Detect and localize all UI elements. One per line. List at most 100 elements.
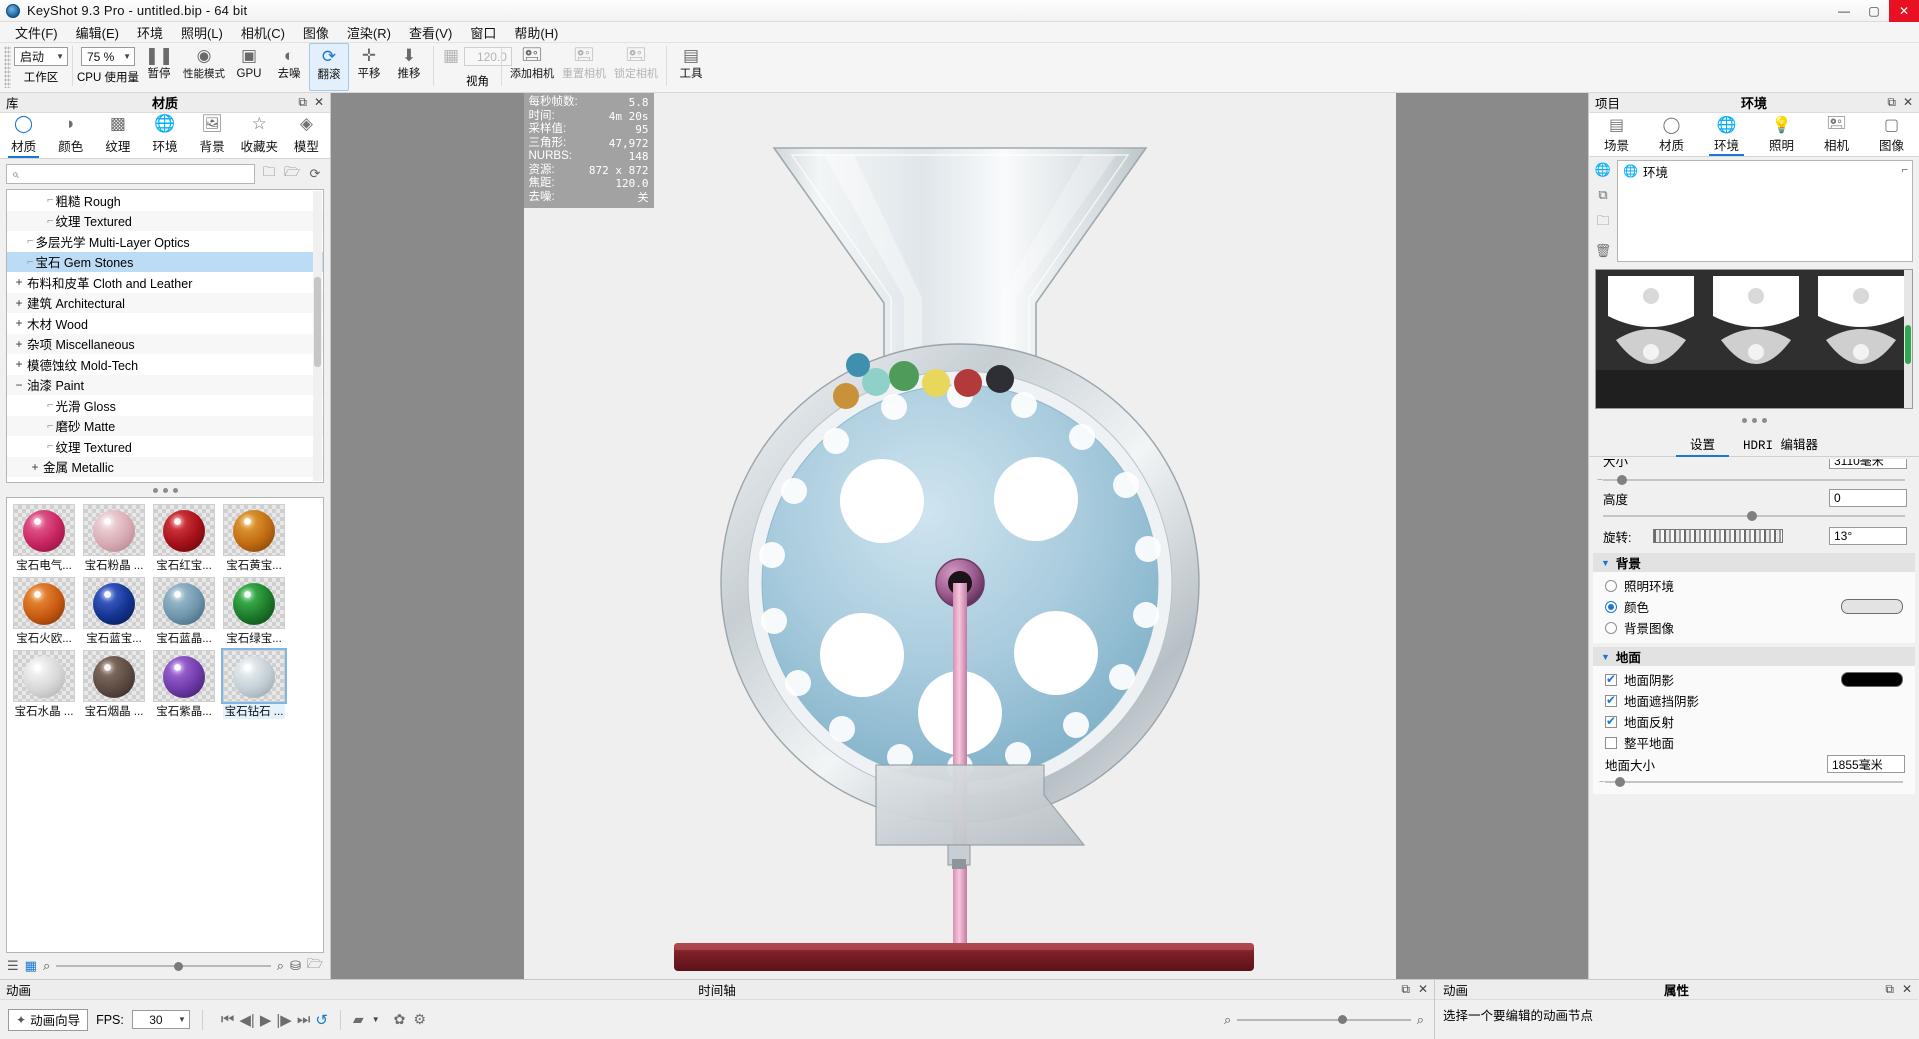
tree-scrollbar[interactable] xyxy=(313,191,322,481)
save-environment-icon[interactable]: 🗀 xyxy=(1596,212,1609,234)
step-forward-button[interactable]: |▶ xyxy=(276,1011,291,1029)
background-color-swatch[interactable] xyxy=(1841,599,1903,614)
add-environment-icon[interactable]: 🌐 xyxy=(1595,162,1611,178)
height-slider[interactable] xyxy=(1591,509,1917,523)
project-tab-image[interactable]: ▢ 图像 xyxy=(1864,113,1919,156)
folder-icon[interactable]: 🗁 xyxy=(283,164,301,183)
tree-item[interactable]: ⌐ 粗糙 Rough xyxy=(7,190,323,211)
tree-item[interactable]: ⌐ 纹理 Textured xyxy=(7,436,323,457)
reset-camera-button[interactable]: 🖭 重置相机 xyxy=(558,43,610,91)
tab-hdri-editor[interactable]: HDRI 编辑器 xyxy=(1729,434,1832,456)
ground-reflection-row[interactable]: 地面反射 xyxy=(1593,711,1915,732)
library-tab-colors[interactable]: ◗ 颜色 xyxy=(47,112,94,158)
expand-icon[interactable]: + xyxy=(11,316,27,330)
play-button[interactable]: ▶ xyxy=(260,1011,272,1029)
minimize-button[interactable]: — xyxy=(1829,0,1859,22)
expand-icon[interactable]: + xyxy=(27,460,43,474)
tree-item[interactable]: + 木材 Wood xyxy=(7,313,323,334)
menu-item-image[interactable]: 图像 xyxy=(294,21,338,44)
denoise-button[interactable]: ◐ 去噪 xyxy=(269,43,309,91)
pan-tool-button[interactable]: ✛ 平移 xyxy=(349,43,389,91)
ground-section-header[interactable]: ▼ 地面 xyxy=(1593,647,1915,666)
tree-item[interactable]: + 模德蚀纹 Mold-Tech xyxy=(7,354,323,375)
material-category-tree[interactable]: ⌐ 粗糙 Rough ⌐ 纹理 Textured ⌐ 多层光学 Multi-Layer… xyxy=(6,189,324,483)
collapse-icon[interactable]: − xyxy=(11,378,27,392)
material-swatch[interactable]: 宝石蓝宝... xyxy=(83,577,145,646)
fov-value-field[interactable]: 120.0 xyxy=(463,47,512,66)
toolbar-grip[interactable] xyxy=(4,46,11,88)
tree-item-gem-stones[interactable]: ⌐ 宝石 Gem Stones xyxy=(7,251,323,272)
tools-button[interactable]: ▤ 工具 xyxy=(671,43,711,91)
panel-splitter-handle[interactable] xyxy=(0,483,330,497)
animation-wizard-button[interactable]: ✦ 动画向导 xyxy=(8,1008,89,1031)
panel-close-icon[interactable]: ✕ xyxy=(1902,982,1912,997)
library-tab-textures[interactable]: ▩ 纹理 xyxy=(94,112,141,158)
search-input[interactable] xyxy=(22,167,254,181)
panel-splitter-handle[interactable] xyxy=(1589,413,1919,427)
project-tab-camera[interactable]: 🖭 相机 xyxy=(1809,113,1864,156)
library-tab-environments[interactable]: 🌐 环境 xyxy=(141,112,188,158)
close-button[interactable]: ✕ xyxy=(1889,0,1919,22)
expand-icon[interactable]: + xyxy=(11,357,27,371)
maximize-button[interactable]: ▢ xyxy=(1859,0,1889,22)
chevron-down-icon[interactable]: ▼ xyxy=(372,1015,380,1024)
checkbox[interactable] xyxy=(1605,672,1617,686)
background-section-header[interactable]: ▼ 背景 xyxy=(1593,553,1915,572)
expand-icon[interactable]: + xyxy=(11,480,27,482)
checkbox[interactable] xyxy=(1605,693,1617,707)
fps-dropdown[interactable]: 30 ▼ xyxy=(131,1010,190,1029)
menu-item-environment[interactable]: 环境 xyxy=(128,21,172,44)
step-back-button[interactable]: ◀| xyxy=(239,1011,254,1029)
material-swatch[interactable]: 宝石烟晶 ... xyxy=(83,650,145,719)
panel-close-icon[interactable]: ✕ xyxy=(1903,95,1913,110)
tree-item[interactable]: +测量 Measured xyxy=(7,477,323,482)
material-swatch[interactable]: 宝石紫晶... xyxy=(153,650,215,719)
tree-item[interactable]: ⌐ 光滑 Gloss xyxy=(7,395,323,416)
loop-button[interactable]: ↺ xyxy=(315,1011,328,1029)
radio-button-selected[interactable] xyxy=(1605,600,1617,613)
ground-shadow-color-swatch[interactable] xyxy=(1841,672,1903,687)
expand-icon[interactable]: + xyxy=(11,337,27,351)
open-folder-icon[interactable]: 🗁 xyxy=(307,955,323,977)
panel-close-icon[interactable]: ✕ xyxy=(314,95,324,110)
environment-list-item[interactable]: 🌐 环境 xyxy=(1618,161,1912,181)
refresh-icon[interactable]: ⟳ xyxy=(306,165,324,183)
radio-button[interactable] xyxy=(1605,621,1617,634)
material-swatch[interactable]: 宝石火欧... xyxy=(13,577,75,646)
tree-item[interactable]: + 布料和皮革 Cloth and Leather xyxy=(7,272,323,293)
expand-icon[interactable]: + xyxy=(11,296,27,310)
ground-shadow-row[interactable]: 地面阴影 xyxy=(1593,669,1915,690)
material-swatch[interactable]: 宝石黄宝... xyxy=(223,504,285,573)
cpu-usage-dropdown[interactable]: 75 % ▼ xyxy=(80,47,135,66)
material-swatch-selected[interactable]: 宝石钻石 ... xyxy=(221,648,287,719)
hdri-preview[interactable] xyxy=(1595,269,1913,409)
panel-float-icon[interactable]: ⧉ xyxy=(1887,95,1896,110)
tree-item[interactable]: ⌐ 磨砂 Matte xyxy=(7,415,323,436)
ground-occlusion-row[interactable]: 地面遮挡阴影 xyxy=(1593,690,1915,711)
pause-button[interactable]: ❚❚ 暂停 xyxy=(139,43,179,91)
ground-size-field[interactable]: 1855毫米 xyxy=(1827,755,1905,773)
lock-camera-button[interactable]: 🖭 锁定相机 xyxy=(610,43,662,91)
background-option-lighting-env[interactable]: 照明环境 xyxy=(1593,575,1915,596)
menu-item-help[interactable]: 帮助(H) xyxy=(505,21,567,44)
add-folder-icon[interactable]: 🗀 xyxy=(260,164,278,183)
menu-item-camera[interactable]: 相机(C) xyxy=(232,21,294,44)
tab-settings[interactable]: 设置 xyxy=(1675,434,1730,457)
panel-close-icon[interactable]: ✕ xyxy=(1418,982,1428,997)
workspace-dropdown[interactable]: 启动 ▼ xyxy=(14,47,68,66)
height-field[interactable]: 0 xyxy=(1829,489,1907,507)
hdri-scrollbar[interactable] xyxy=(1904,270,1912,408)
library-tab-materials[interactable]: ◯ 材质 xyxy=(0,112,47,158)
checkbox[interactable] xyxy=(1605,714,1617,728)
size-field[interactable]: 3110毫米 xyxy=(1829,459,1907,469)
delete-environment-icon[interactable]: 🗑 xyxy=(1595,243,1612,259)
environment-list[interactable]: 🌐 环境 ⌐ xyxy=(1617,160,1913,262)
ground-size-slider[interactable]: − xyxy=(1593,775,1915,789)
menu-item-file[interactable]: 文件(F) xyxy=(6,21,67,44)
material-swatch[interactable]: 宝石绿宝... xyxy=(223,577,285,646)
material-swatch[interactable]: 宝石粉晶 ... xyxy=(83,504,145,573)
zoom-in-icon[interactable]: ⌕ xyxy=(277,958,284,974)
settings-gear-icon[interactable]: ✿ xyxy=(394,1011,406,1028)
dolly-tool-button[interactable]: ⬇ 推移 xyxy=(389,43,429,91)
render-viewport[interactable]: 每秒帧数: 5.8 时间: 4m 20s 采样值: 95 三角形: 47,972 NUR… xyxy=(331,93,1588,979)
